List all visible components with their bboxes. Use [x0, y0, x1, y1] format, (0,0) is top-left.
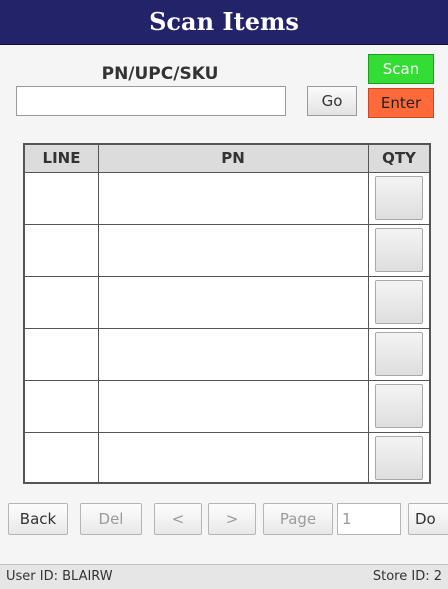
pn-cell — [99, 224, 367, 276]
done-button[interactable]: Do — [408, 503, 448, 535]
status-bar: User ID: BLAIRW Store ID: 2 — [0, 564, 448, 589]
line-cell — [25, 432, 98, 484]
page-number-input[interactable]: 1 — [337, 503, 401, 535]
pn-cell — [99, 328, 367, 380]
pn-cell — [99, 276, 367, 328]
line-cell — [25, 276, 98, 328]
enter-button[interactable]: Enter — [368, 88, 434, 118]
qty-button[interactable] — [375, 332, 423, 376]
next-page-button[interactable]: > — [208, 503, 256, 535]
table-row — [25, 432, 429, 484]
pn-upc-sku-label: PN/UPC/SKU — [101, 64, 219, 84]
pn-cell — [99, 432, 367, 484]
store-id: Store ID: 2 — [372, 569, 442, 584]
qty-button[interactable] — [375, 280, 423, 324]
qty-button[interactable] — [375, 228, 423, 272]
table-row — [25, 276, 429, 328]
user-id: User ID: BLAIRW — [6, 569, 113, 584]
delete-button[interactable]: Del — [80, 503, 142, 535]
line-cell — [25, 380, 98, 432]
table-row — [25, 380, 429, 432]
go-button[interactable]: Go — [307, 86, 357, 116]
qty-button[interactable] — [375, 176, 423, 220]
line-cell — [25, 328, 98, 380]
pn-upc-sku-input[interactable] — [16, 86, 286, 116]
items-table: LINE PN QTY — [23, 143, 431, 484]
pn-cell — [99, 172, 367, 224]
line-cell — [25, 224, 98, 276]
previous-page-button[interactable]: < — [154, 503, 202, 535]
page-button[interactable]: Page — [263, 503, 333, 535]
qty-button[interactable] — [375, 436, 423, 480]
table-row — [25, 224, 429, 276]
line-cell — [25, 172, 98, 224]
table-row — [25, 172, 429, 224]
column-header-qty: QTY — [382, 149, 416, 167]
column-header-line: LINE — [42, 149, 81, 167]
column-header-pn: PN — [221, 149, 245, 167]
qty-button[interactable] — [375, 384, 423, 428]
back-button[interactable]: Back — [8, 503, 68, 535]
table-row — [25, 328, 429, 380]
pn-cell — [99, 380, 367, 432]
scan-button[interactable]: Scan — [368, 54, 434, 84]
page-title: Scan Items — [0, 0, 448, 45]
